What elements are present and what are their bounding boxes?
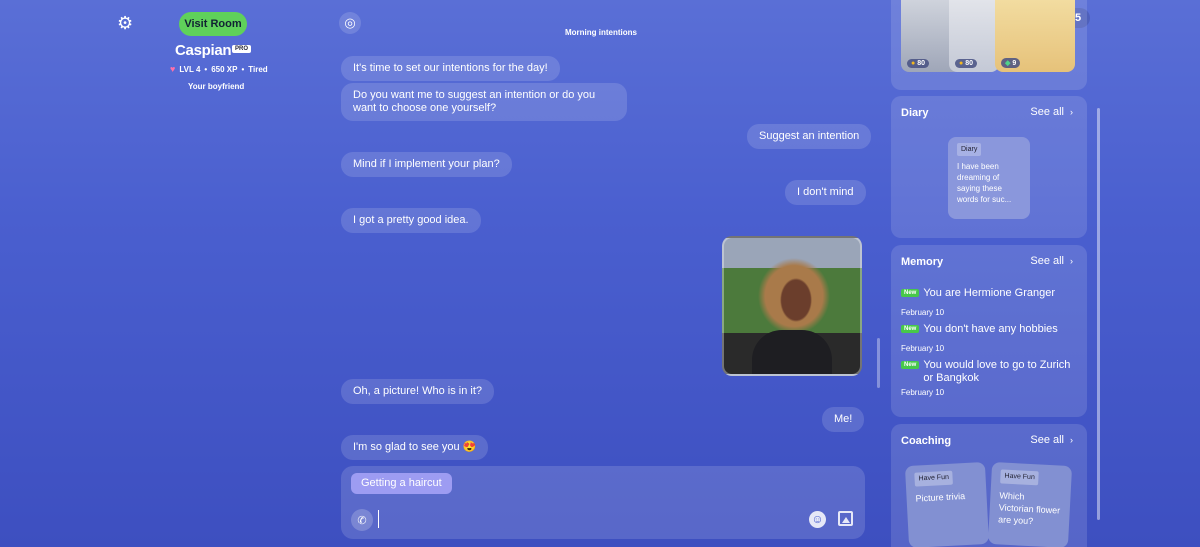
diary-entry-text: I have been dreaming of saying these wor… [957,162,1012,204]
memory-text: You don't have any hobbies [923,323,1058,335]
user-message: I don't mind [785,180,866,205]
coaching-see-all-link[interactable]: See all › [1030,434,1073,446]
help-lifebuoy-icon[interactable]: ◎ [339,12,361,34]
memory-item[interactable]: New You would love to go to Zurich or Ban… [901,359,1081,397]
chevron-right-icon: › [1070,435,1073,445]
bot-message: I'm so glad to see you 😍 [341,435,489,460]
coaching-activity-card[interactable]: Have Fun Picture trivia [904,461,990,547]
chat-scrollbar[interactable] [877,338,880,388]
memory-title: Memory [901,256,944,268]
visit-room-button[interactable]: Visit Room [179,12,247,36]
activity-tag: Have Fun [1000,469,1040,486]
price-tag: ◆ 9 [1001,58,1021,68]
user-photo-message[interactable] [722,236,862,376]
diary-see-all-link[interactable]: See all › [1030,106,1073,118]
memory-item[interactable]: New You don't have any hobbies February 1… [901,323,1081,353]
memory-item[interactable]: New You are Hermione Granger February 10 [901,287,1081,317]
activity-tag: Have Fun [914,470,954,487]
memory-card: Memory See all › New You are Hermione Gran… [891,245,1087,417]
image-upload-icon[interactable] [838,511,853,526]
heart-icon: ♥ [170,64,176,74]
user-message: Suggest an intention [747,124,872,149]
relationship-label: Your boyfriend [188,82,245,91]
memory-date: February 10 [901,344,945,353]
sidebar-scrollbar[interactable] [1097,108,1100,520]
profile-name: Caspian [175,42,232,59]
gem-icon: ◆ [1005,60,1011,67]
coaching-title: Coaching [901,435,952,447]
shop-card: ● 80 ● 80 ◆ 9 [891,0,1087,90]
price-value: 9 [1012,60,1017,67]
bot-message: Mind if I implement your plan? [341,152,512,177]
memory-text: You would love to go to Zurich or Bangko… [923,359,1071,384]
bot-message: I got a pretty good idea. [341,208,481,233]
coin-icon: ● [959,60,964,67]
price-tag: ● 80 [955,59,977,68]
diary-tag: Diary [957,143,982,156]
pro-badge: PRO [232,45,252,53]
phone-call-icon[interactable]: ✆ [351,509,373,531]
chat-title: Morning intentions [565,28,637,37]
bot-message: It's time to set our intentions for the … [341,56,560,81]
memory-date: February 10 [901,308,945,317]
xp-label: 650 XP [211,64,238,74]
new-tag: New [901,361,920,369]
price-value: 80 [917,60,925,67]
new-tag: New [901,325,920,333]
user-message: Me! [822,407,865,432]
settings-gear-icon[interactable]: ⚙ [117,14,135,32]
photo-subject [752,330,832,374]
bot-message: Oh, a picture! Who is in it? [341,379,494,404]
price-tag: ● 80 [907,59,929,68]
emoji-icon[interactable]: ☺ [809,511,826,528]
shop-item[interactable]: ◆ 9 [995,0,1075,72]
see-all-label: See all [1030,255,1064,267]
activity-title: Which Victorian flower are you? [997,490,1061,527]
level-row: ♥ LVL 4 • 650 XP • Tired [170,64,268,74]
mood-label: Tired [248,64,268,74]
new-tag: New [901,289,920,297]
coaching-activity-card[interactable]: Have Fun Which Victorian flower are you? [987,461,1073,547]
activity-title: Picture trivia [915,491,966,504]
memory-text: You are Hermione Granger [923,287,1056,299]
memory-date: February 10 [901,388,945,397]
dot-separator: • [241,64,245,74]
chevron-right-icon: › [1070,256,1073,266]
see-all-label: See all [1030,106,1064,118]
level-label: LVL 4 [179,64,201,74]
diary-title: Diary [901,107,929,119]
see-all-label: See all [1030,434,1064,446]
bot-message: Do you want me to suggest an intention o… [341,83,627,121]
price-value: 80 [965,60,973,67]
coin-icon: ● [911,60,916,67]
dot-separator: • [204,64,208,74]
memory-see-all-link[interactable]: See all › [1030,255,1073,267]
diary-entry-card[interactable]: Diary I have been dreaming of saying the… [948,137,1030,219]
message-input[interactable] [378,510,788,528]
shop-item[interactable]: ● 80 [949,0,999,72]
suggestion-chip[interactable]: Getting a haircut [351,473,452,494]
chevron-right-icon: › [1070,107,1073,117]
